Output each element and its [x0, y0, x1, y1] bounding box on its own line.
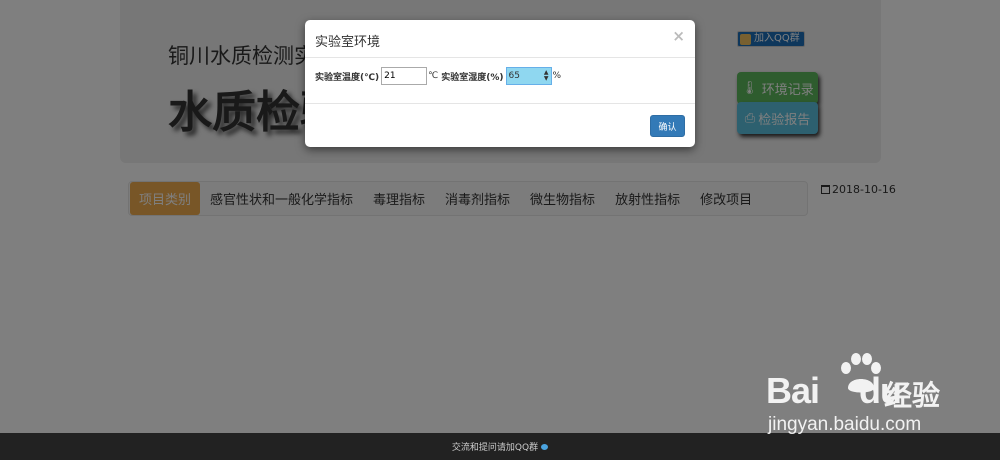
baidu-watermark: Bai du 经验 jingyan.baidu.com: [766, 352, 956, 442]
confirm-button[interactable]: 确认: [650, 115, 685, 137]
spinner-icon[interactable]: ▲ ▼: [544, 70, 549, 82]
qq-icon[interactable]: [541, 443, 549, 450]
temperature-label: 实验室温度(℃): [315, 72, 380, 83]
lab-environment-modal: 实验室环境 × 实验室温度(℃) ℃ 实验室湿度(%) 65 ▲▼ % 确认: [305, 20, 695, 147]
modal-header: 实验室环境 ×: [305, 20, 695, 58]
temperature-input[interactable]: [381, 67, 428, 85]
watermark-cn: 经验: [884, 379, 941, 412]
modal-body: 实验室温度(℃) ℃ 实验室湿度(%) 65 ▲▼ %: [305, 58, 695, 104]
humidity-unit: %: [552, 71, 562, 81]
paw-icon: [841, 353, 881, 393]
humidity-value: 65: [508, 71, 520, 81]
footer-text: 交流和提问请加QQ群: [451, 443, 539, 453]
temperature-unit: ℃: [428, 71, 439, 81]
humidity-label: 实验室湿度(%): [441, 72, 504, 83]
environment-form: 实验室温度(℃) ℃ 实验室湿度(%) 65 ▲▼ %: [315, 67, 561, 85]
humidity-input[interactable]: 65 ▲ ▼: [505, 67, 552, 85]
modal-title: 实验室环境: [315, 35, 381, 50]
close-icon[interactable]: ×: [672, 27, 685, 45]
watermark-url: jingyan.baidu.com: [768, 414, 922, 435]
modal-footer: 确认: [305, 104, 695, 147]
